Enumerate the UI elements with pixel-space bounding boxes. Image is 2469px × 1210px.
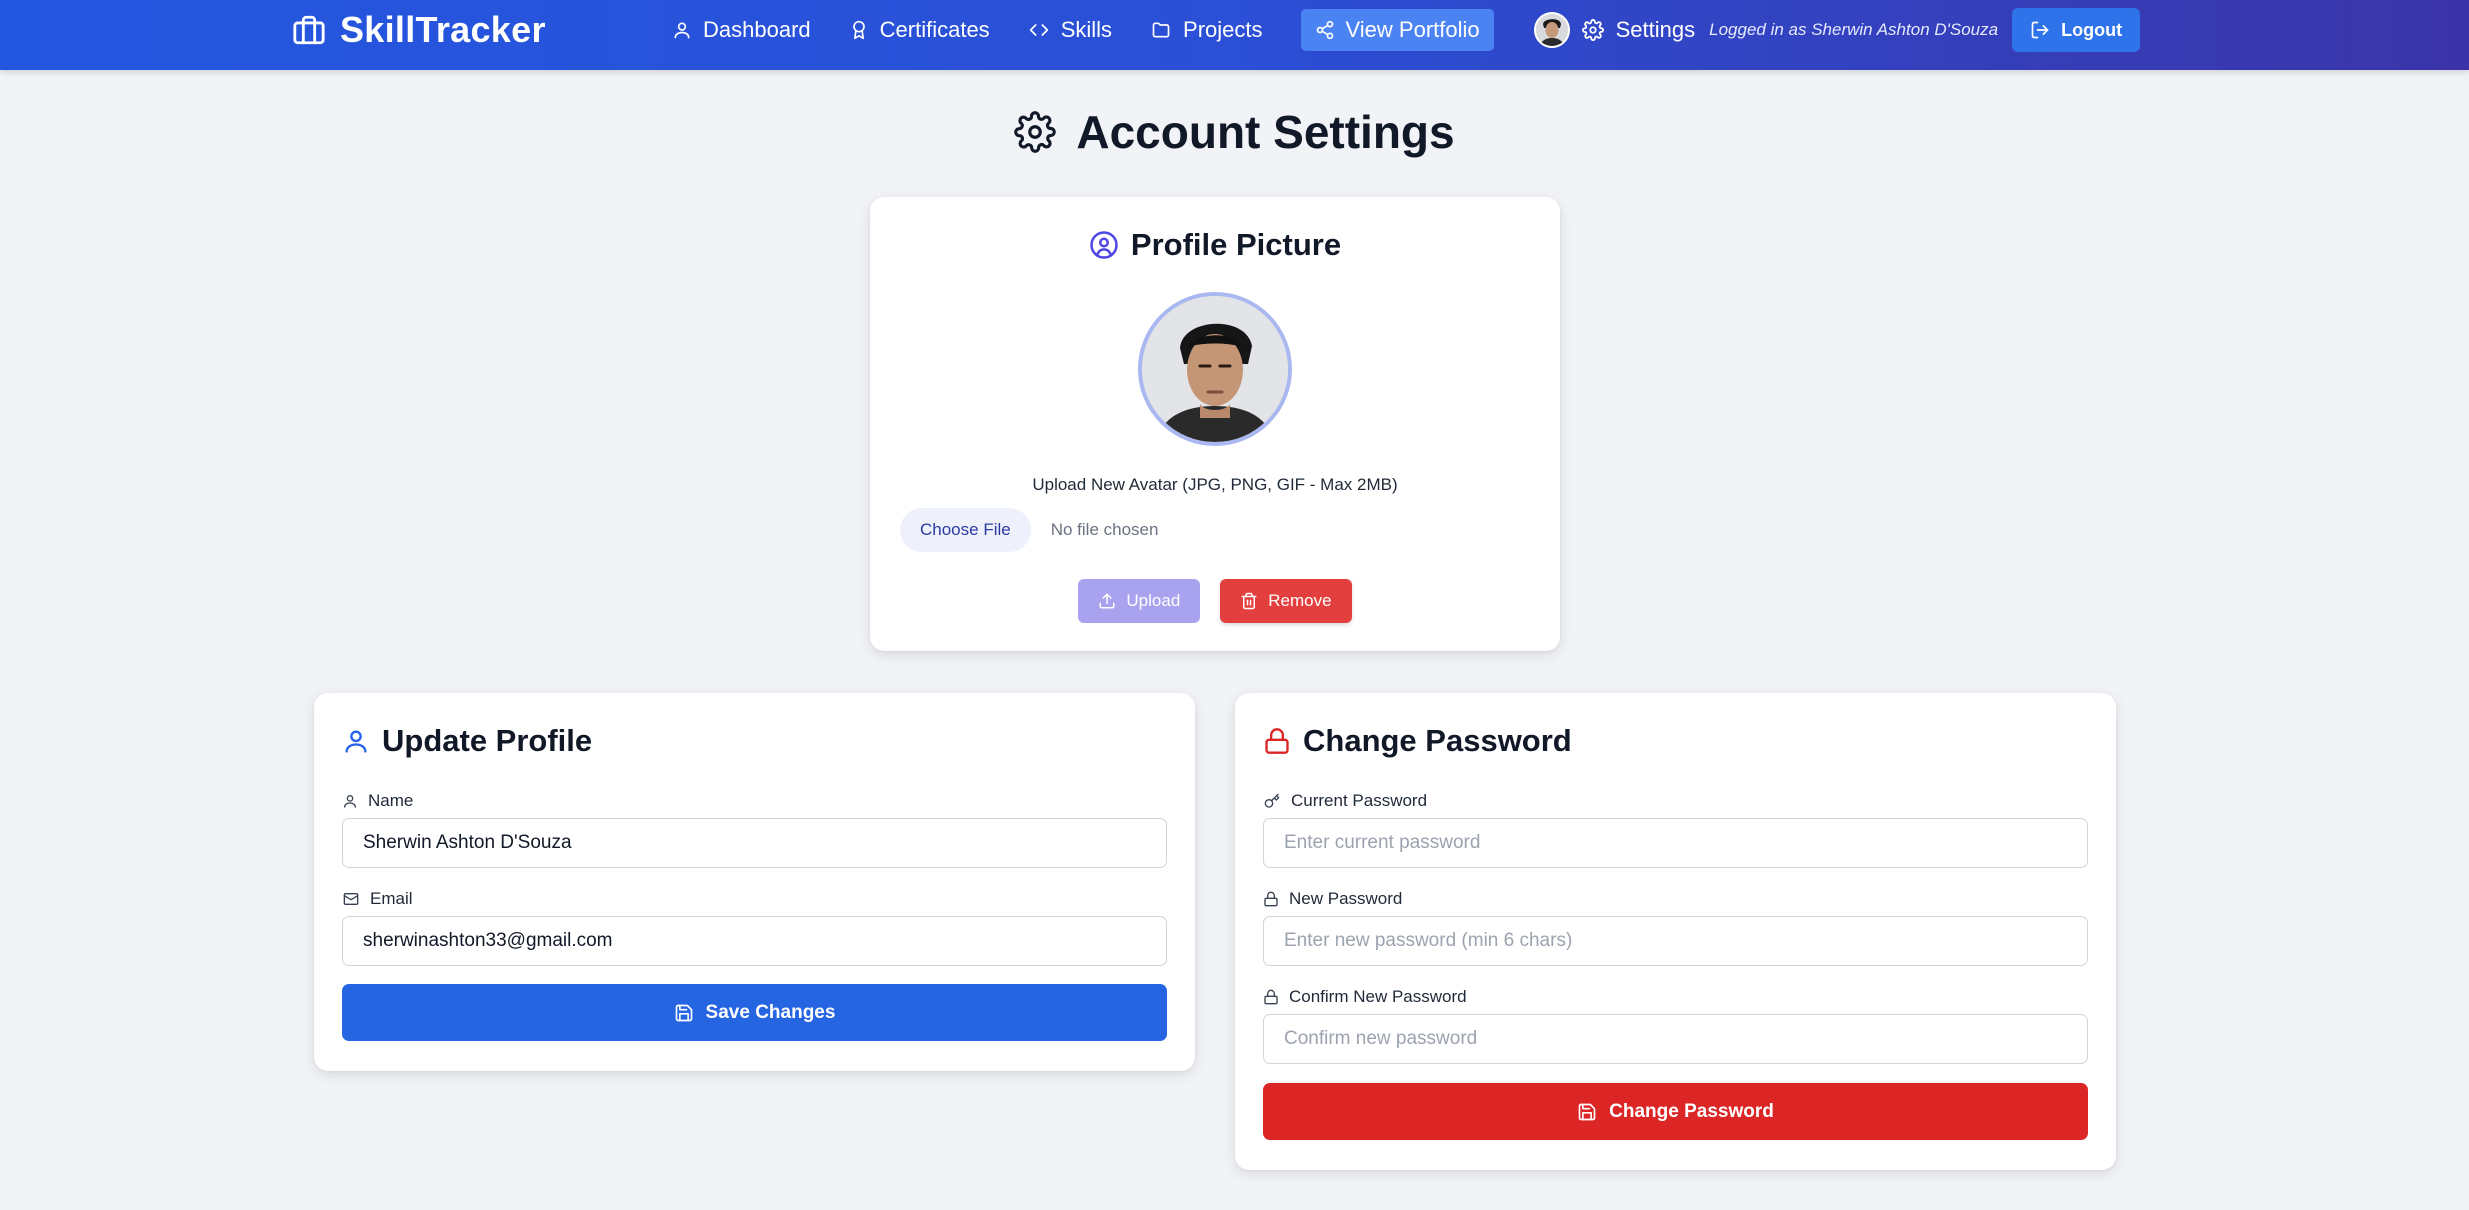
nav-projects[interactable]: Projects <box>1150 17 1263 43</box>
save-changes-label: Save Changes <box>705 1001 836 1023</box>
current-password-field[interactable] <box>1263 818 2088 868</box>
name-field[interactable] <box>342 818 1167 868</box>
remove-label: Remove <box>1268 591 1332 610</box>
email-label-text: Email <box>370 889 413 908</box>
update-profile-heading: Update Profile <box>342 723 592 759</box>
new-password-label-text: New Password <box>1289 889 1403 908</box>
briefcase-icon <box>292 13 326 47</box>
change-password-label: Change Password <box>1609 1100 1774 1122</box>
update-profile-card: Update Profile Name Email Save Changes <box>314 693 1195 1071</box>
trash-icon <box>1240 592 1258 610</box>
brand-title: SkillTracker <box>340 9 546 50</box>
file-picker: Choose File No file chosen <box>900 508 1158 552</box>
save-changes-button[interactable]: Save Changes <box>342 984 1167 1041</box>
email-label: Email <box>342 889 413 909</box>
change-password-heading: Change Password <box>1263 723 1572 759</box>
upload-label: Upload <box>1126 591 1181 610</box>
nav-skills[interactable]: Skills <box>1028 17 1112 43</box>
gear-icon <box>1014 111 1057 153</box>
save-icon <box>1577 1102 1597 1122</box>
logout-icon <box>2030 20 2050 40</box>
name-label: Name <box>342 791 413 811</box>
user-icon <box>342 793 358 809</box>
user-circle-icon <box>1089 230 1119 260</box>
key-icon <box>1263 793 1281 809</box>
confirm-password-label: Confirm New Password <box>1263 987 1467 1007</box>
page-title-text: Account Settings <box>1076 106 1455 158</box>
lock-icon <box>1263 891 1279 907</box>
current-password-label: Current Password <box>1263 791 1427 811</box>
gear-icon <box>1581 19 1604 41</box>
update-profile-title: Update Profile <box>382 723 593 758</box>
remove-button[interactable]: Remove <box>1220 579 1352 623</box>
view-portfolio-button[interactable]: View Portfolio <box>1300 9 1494 51</box>
choose-file-button[interactable]: Choose File <box>900 508 1031 552</box>
new-password-field[interactable] <box>1263 916 2088 966</box>
save-icon <box>674 1003 694 1023</box>
confirm-password-label-text: Confirm New Password <box>1289 987 1467 1006</box>
brand[interactable]: SkillTracker <box>292 0 546 60</box>
nav-links: Dashboard Certificates Skills Projects V… <box>672 0 2141 60</box>
nav-settings[interactable]: Settings <box>1581 17 1696 43</box>
change-password-button[interactable]: Change Password <box>1263 1083 2088 1140</box>
profile-picture-heading: Profile Picture <box>1089 227 1341 263</box>
mail-icon <box>342 891 360 907</box>
confirm-password-field[interactable] <box>1263 1014 2088 1064</box>
nav-settings-label: Settings <box>1615 17 1696 42</box>
folder-icon <box>1150 20 1172 40</box>
avatar-actions: Upload Remove <box>1078 579 1352 623</box>
page-title: Account Settings <box>0 105 2469 159</box>
avatar[interactable] <box>1533 12 1570 48</box>
change-password-title: Change Password <box>1303 723 1572 758</box>
no-file-text: No file chosen <box>1050 520 1159 539</box>
lock-icon <box>1263 726 1291 756</box>
profile-picture-title: Profile Picture <box>1130 227 1342 262</box>
upload-button[interactable]: Upload <box>1078 579 1201 623</box>
upload-avatar-label: Upload New Avatar (JPG, PNG, GIF - Max 2… <box>1032 475 1398 494</box>
email-field[interactable] <box>342 916 1167 966</box>
user-icon <box>342 726 370 756</box>
code-icon <box>1028 20 1050 40</box>
name-label-text: Name <box>368 791 414 810</box>
nav-certificates[interactable]: Certificates <box>849 17 990 43</box>
logged-in-text: Logged in as Sherwin Ashton D'Souza <box>1709 20 1999 39</box>
nav-certificates-label: Certificates <box>879 17 990 42</box>
top-navbar: SkillTracker Dashboard Certificates Skil… <box>0 0 2469 70</box>
new-password-label: New Password <box>1263 889 1402 909</box>
nav-skills-label: Skills <box>1060 17 1113 42</box>
lock-icon <box>1263 989 1279 1005</box>
award-icon <box>849 20 869 40</box>
profile-picture-card: Profile Picture Upload New Avatar (JPG, … <box>870 197 1560 651</box>
user-icon <box>672 20 692 40</box>
logout-label: Logout <box>2061 19 2123 40</box>
change-password-card: Change Password Current Password New Pas… <box>1235 693 2116 1170</box>
nav-dashboard[interactable]: Dashboard <box>672 17 811 43</box>
nav-projects-label: Projects <box>1183 17 1263 42</box>
share-icon <box>1315 20 1335 40</box>
nav-dashboard-label: Dashboard <box>703 17 811 42</box>
upload-icon <box>1098 592 1116 610</box>
profile-avatar-image <box>1138 292 1292 446</box>
logout-button[interactable]: Logout <box>2012 8 2141 52</box>
view-portfolio-label: View Portfolio <box>1345 17 1480 42</box>
current-password-label-text: Current Password <box>1291 791 1428 810</box>
